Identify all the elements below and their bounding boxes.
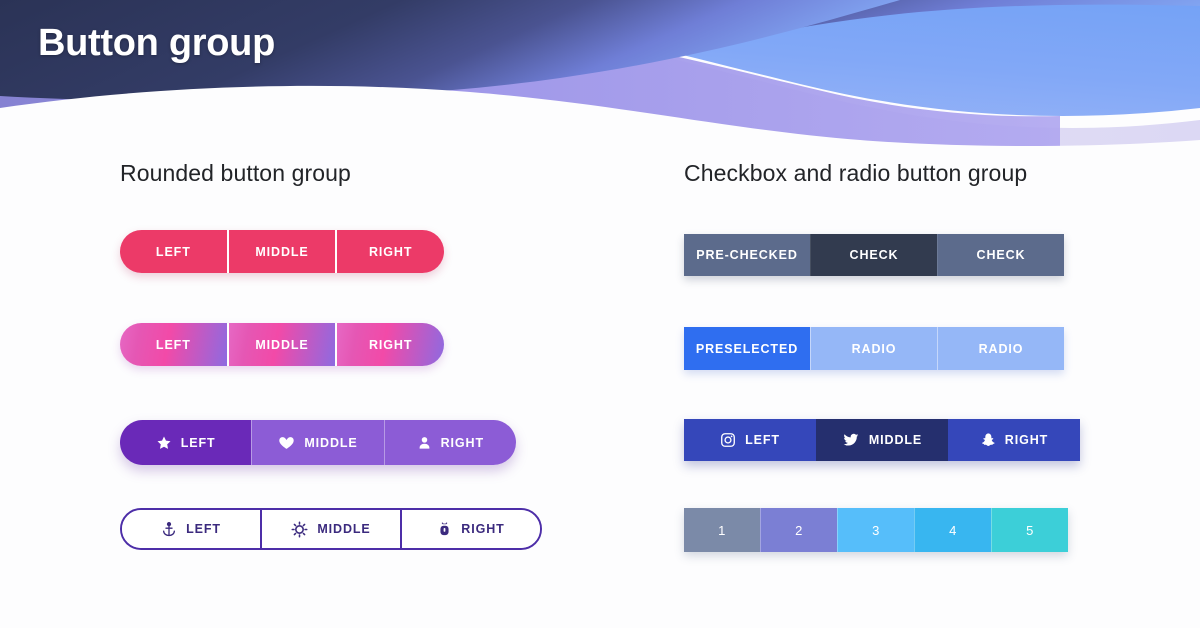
social-group[interactable]: LEFT MIDDLE RIGHT	[684, 419, 1080, 461]
radio-segment-right[interactable]: RADIO	[937, 327, 1064, 370]
segment-label: 5	[1026, 522, 1034, 538]
segment-label: RADIO	[978, 341, 1024, 356]
gradient-segment-right[interactable]: RIGHT	[335, 323, 444, 366]
instagram-icon	[720, 432, 736, 448]
solid-pink-group[interactable]: LEFT MIDDLE RIGHT	[120, 230, 444, 273]
social-segment-middle[interactable]: MIDDLE	[816, 419, 948, 461]
segment-label: RIGHT	[368, 337, 413, 352]
page-title: Button group	[38, 22, 275, 64]
pink-segment-right[interactable]: RIGHT	[335, 230, 444, 273]
segment-label: RIGHT	[1004, 433, 1049, 447]
bug-icon	[437, 521, 452, 538]
purple-segment-right[interactable]: RIGHT	[383, 420, 516, 465]
star-icon	[156, 435, 172, 451]
segment-label: 1	[718, 522, 726, 538]
segment-label: MIDDLE	[255, 337, 309, 352]
anchor-icon	[161, 521, 177, 538]
segment-label: RIGHT	[440, 435, 485, 450]
left-section-title: Rounded button group	[120, 160, 351, 186]
segment-label: CHECK	[976, 248, 1026, 262]
checkbox-group[interactable]: PRE-CHECKED CHECK CHECK	[684, 234, 1064, 276]
segment-label: MIDDLE	[317, 522, 371, 536]
segment-label: 3	[872, 522, 880, 538]
pink-segment-middle[interactable]: MIDDLE	[226, 230, 336, 273]
segment-label: LEFT	[155, 337, 191, 352]
scale-segment-3[interactable]: 3	[837, 508, 914, 552]
outline-icon-group[interactable]: LEFT MIDDLE RIGHT	[120, 508, 542, 550]
scale-segment-1[interactable]: 1	[684, 508, 760, 552]
gradient-group[interactable]: LEFT MIDDLE RIGHT	[120, 323, 444, 366]
pink-segment-left[interactable]: LEFT	[120, 230, 227, 273]
user-icon	[417, 435, 432, 451]
segment-label: RADIO	[851, 341, 897, 356]
checkbox-segment-pre-checked[interactable]: PRE-CHECKED	[684, 234, 810, 276]
left-column: Rounded button group LEFT MIDDLE RIGHT L…	[120, 160, 590, 550]
gradient-segment-left[interactable]: LEFT	[120, 323, 227, 366]
outline-segment-left[interactable]: LEFT	[122, 510, 260, 548]
segment-label: CHECK	[849, 248, 899, 262]
social-segment-left[interactable]: LEFT	[684, 419, 816, 461]
segment-label: PRESELECTED	[695, 341, 799, 356]
gradient-segment-middle[interactable]: MIDDLE	[226, 323, 336, 366]
outline-segment-middle[interactable]: MIDDLE	[260, 510, 400, 548]
radio-segment-middle[interactable]: RADIO	[810, 327, 937, 370]
segment-label: PRE-CHECKED	[696, 248, 798, 262]
segment-label: LEFT	[155, 244, 191, 259]
scale-segment-5[interactable]: 5	[991, 508, 1068, 552]
outline-segment-right[interactable]: RIGHT	[400, 510, 540, 548]
segment-label: LEFT	[180, 435, 216, 450]
gear-icon	[291, 520, 308, 538]
snapchat-icon	[980, 432, 996, 448]
segment-label: RIGHT	[368, 244, 413, 259]
purple-icon-group[interactable]: LEFT MIDDLE RIGHT	[120, 420, 516, 465]
twitter-icon	[842, 432, 860, 448]
checkbox-segment-right[interactable]: CHECK	[937, 234, 1064, 276]
segment-label: RIGHT	[461, 522, 505, 536]
right-column: Checkbox and radio button group PRE-CHEC…	[684, 160, 1124, 552]
page-header: Button group	[0, 0, 1200, 150]
radio-group[interactable]: PRESELECTED RADIO RADIO	[684, 327, 1064, 370]
checkbox-segment-middle[interactable]: CHECK	[810, 234, 937, 276]
page-root: Button group Rounded button group LEFT M…	[0, 0, 1200, 628]
segment-label: MIDDLE	[255, 244, 309, 259]
purple-segment-middle[interactable]: MIDDLE	[251, 420, 384, 465]
heart-icon	[278, 434, 295, 451]
scale-segment-2[interactable]: 2	[760, 508, 837, 552]
segment-label: LEFT	[186, 522, 221, 536]
numeric-scale-group[interactable]: 1 2 3 4 5	[684, 508, 1068, 552]
segment-label: LEFT	[745, 433, 780, 447]
social-segment-right[interactable]: RIGHT	[948, 419, 1080, 461]
purple-segment-left[interactable]: LEFT	[120, 420, 252, 465]
radio-segment-preselected[interactable]: PRESELECTED	[684, 327, 810, 370]
right-section-title: Checkbox and radio button group	[684, 160, 1028, 186]
segment-label: MIDDLE	[304, 435, 358, 450]
scale-segment-4[interactable]: 4	[914, 508, 991, 552]
segment-label: 2	[795, 522, 803, 538]
segment-label: 4	[949, 522, 957, 538]
segment-label: MIDDLE	[868, 433, 923, 447]
